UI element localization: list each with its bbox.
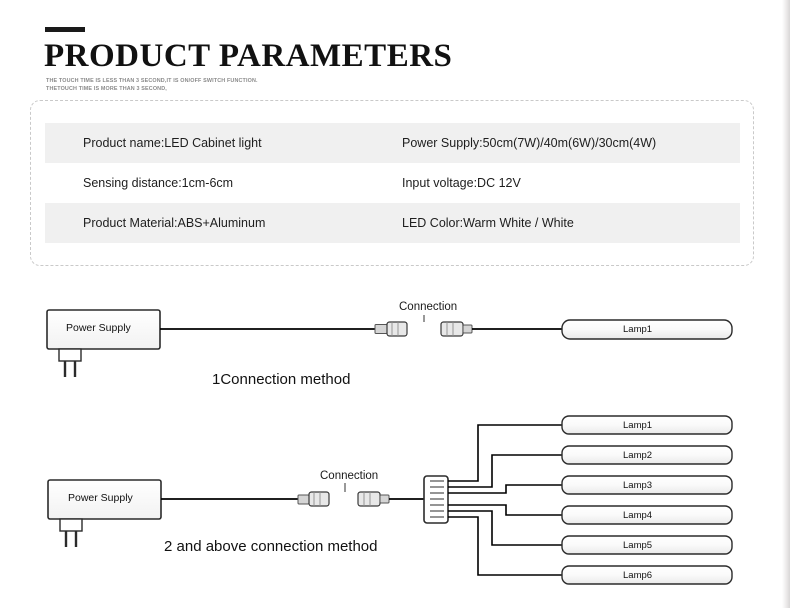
page-subtitle-line1: THE TOUCH TIME IS LESS THAN 3 SECOND,IT … bbox=[46, 78, 258, 84]
wire-branch-lamp1 bbox=[448, 424, 562, 482]
connection-label-2: Connection bbox=[320, 470, 379, 482]
wiring-diagrams: Power Supply Connection Lamp1 1Connectio… bbox=[0, 270, 790, 608]
wire-branch-lamp2 bbox=[448, 454, 562, 488]
diagram-2-caption: 2 and above connection method bbox=[164, 538, 378, 555]
page-title: PRODUCT PARAMETERS bbox=[44, 38, 453, 74]
wire-branch-lamp6 bbox=[448, 516, 562, 576]
connector-female-2 bbox=[357, 491, 390, 507]
spec-cell-right: Input voltage:DC 12V bbox=[402, 176, 521, 190]
page-edge-shadow bbox=[782, 0, 790, 608]
lamp-label-2-5: Lamp5 bbox=[623, 540, 653, 551]
diagram-1-caption: 1Connection method bbox=[212, 371, 351, 388]
connector-male-2 bbox=[297, 491, 330, 507]
product-parameters-page: PRODUCT PARAMETERS THE TOUCH TIME IS LES… bbox=[0, 0, 790, 608]
spec-table: Product name:LED Cabinet light Power Sup… bbox=[45, 123, 740, 243]
lamp-label-2-3: Lamp3 bbox=[623, 480, 653, 491]
lamp-label-2-4: Lamp4 bbox=[623, 510, 653, 521]
lamp-label-1: Lamp1 bbox=[623, 324, 653, 335]
splitter-hub bbox=[423, 475, 449, 524]
page-subtitle: THE TOUCH TIME IS LESS THAN 3 SECOND,IT … bbox=[46, 77, 258, 93]
spec-cell-right: Power Supply:50cm(7W)/40m(6W)/30cm(4W) bbox=[402, 136, 657, 150]
spec-cell-right: LED Color:Warm White / White bbox=[402, 216, 574, 230]
lamp-label-2-6: Lamp6 bbox=[623, 570, 653, 581]
connector-male-1 bbox=[374, 321, 408, 337]
table-row: Product name:LED Cabinet light Power Sup… bbox=[45, 123, 740, 163]
connector-female-1 bbox=[440, 321, 473, 337]
lamp-label-2-1: Lamp1 bbox=[623, 420, 653, 431]
power-supply-unit-1 bbox=[46, 309, 161, 377]
power-supply-unit-2 bbox=[47, 479, 162, 547]
power-supply-label-1: Power Supply bbox=[66, 322, 131, 334]
spec-cell-left: Product Material:ABS+Aluminum bbox=[83, 216, 266, 230]
wiring-svg bbox=[46, 309, 733, 585]
table-row: Product Material:ABS+Aluminum LED Color:… bbox=[45, 203, 740, 243]
spec-cell-left: Sensing distance:1cm-6cm bbox=[83, 176, 234, 190]
spec-cell-left: Product name:LED Cabinet light bbox=[83, 136, 262, 150]
wire-branch-lamp4 bbox=[448, 504, 562, 516]
table-row: Sensing distance:1cm-6cm Input voltage:D… bbox=[45, 163, 740, 203]
page-subtitle-line2: THETOUCH TIME IS MORE THAN 3 SECOND, bbox=[46, 86, 167, 92]
wire-branch-lamp5 bbox=[448, 510, 562, 546]
lamp-label-2-2: Lamp2 bbox=[623, 450, 653, 461]
title-accent-rule bbox=[45, 27, 85, 32]
connection-label-1: Connection bbox=[399, 301, 458, 313]
power-supply-label-2: Power Supply bbox=[68, 492, 133, 504]
